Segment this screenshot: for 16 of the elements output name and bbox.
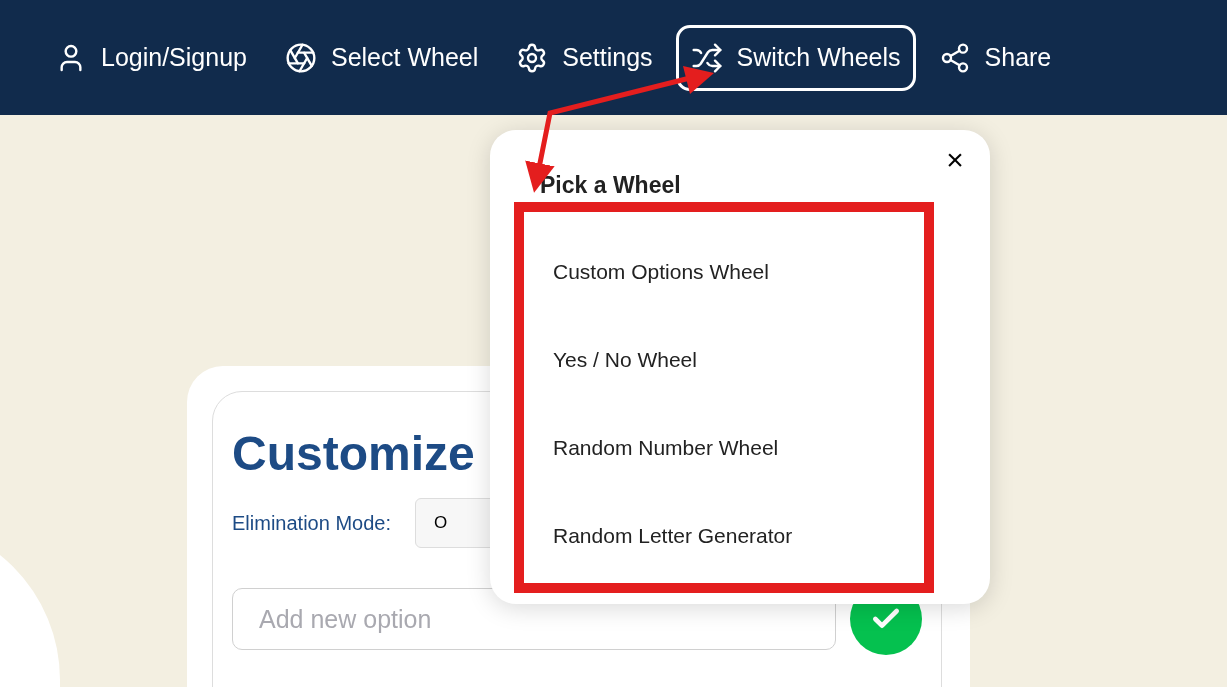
wheel-option[interactable]: Random Letter Generator xyxy=(553,521,793,551)
shuffle-icon xyxy=(690,41,723,74)
wheel-icon xyxy=(284,41,317,74)
card-title: Customize xyxy=(232,426,475,482)
wheel-option[interactable]: Yes / No Wheel xyxy=(553,345,793,375)
wheel-option[interactable]: Random Number Wheel xyxy=(553,433,793,463)
wheel-option[interactable]: Custom Options Wheel xyxy=(553,257,793,287)
popup-title: Pick a Wheel xyxy=(540,171,681,200)
nav-link[interactable]: Settings xyxy=(501,24,668,91)
nav-link[interactable]: Switch Wheels xyxy=(675,24,916,91)
option-input-field[interactable]: Add new option xyxy=(232,588,837,650)
nav-link[interactable]: Login/Signup xyxy=(40,24,262,91)
nav-link[interactable]: Share xyxy=(923,24,1067,91)
nav-link[interactable]: Select Wheel xyxy=(269,24,494,91)
close-button[interactable]: × xyxy=(940,144,970,176)
elimination-label: Elimination Mode: xyxy=(232,511,391,536)
